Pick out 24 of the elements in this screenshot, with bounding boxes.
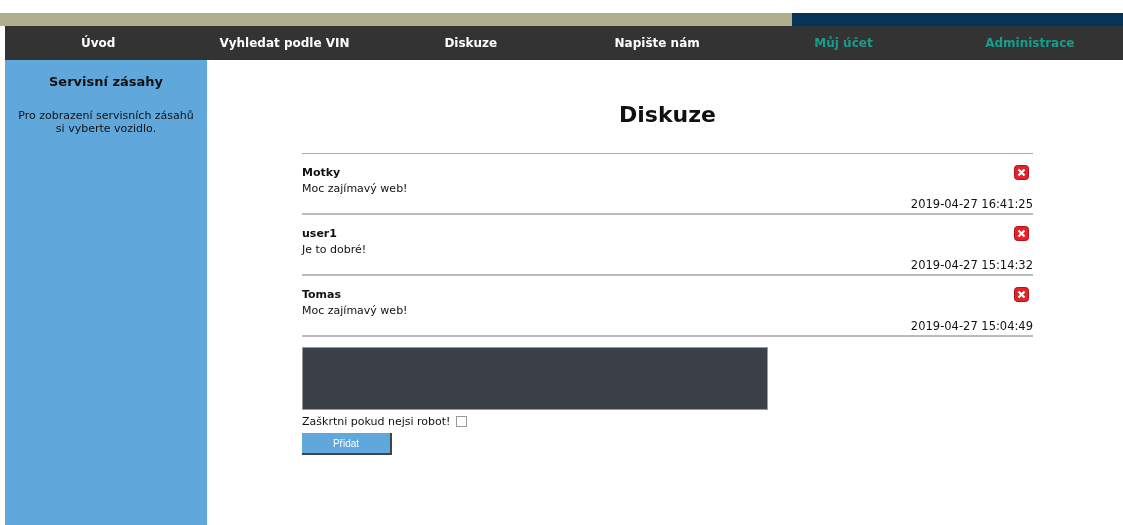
comment-time: 2019-04-27 16:41:25 — [910, 197, 1033, 211]
nav-link[interactable]: Úvod — [5, 36, 192, 50]
captcha-checkbox[interactable] — [456, 416, 468, 427]
sidebar-title: Servisní zásahy — [47, 74, 165, 89]
comment-author: Motky — [302, 165, 341, 179]
delete-icon[interactable] — [1014, 164, 1029, 180]
comment-time: 2019-04-27 15:14:32 — [910, 258, 1033, 272]
nav-link[interactable]: Vyhledat podle VIN — [191, 36, 378, 50]
nav-link[interactable]: Napište nám — [564, 36, 751, 50]
comment-text: Moc zajímavý web! — [302, 304, 409, 317]
nav-link[interactable]: Diskuze — [377, 36, 564, 50]
comment-text: Moc zajímavý web! — [302, 182, 409, 195]
comment-input[interactable] — [302, 347, 768, 410]
comment-author: user1 — [302, 226, 337, 240]
nav-link[interactable]: Můj účet — [750, 36, 937, 50]
comment-text: Je to dobré! — [302, 243, 368, 256]
sidebar-text: Pro zobrazení servisních zásahů si vyberte vozidlo. — [17, 109, 195, 135]
delete-icon[interactable] — [1014, 286, 1029, 302]
page-heading: Diskuze — [619, 102, 716, 127]
comment-time: 2019-04-27 15:04:49 — [910, 319, 1033, 333]
comment-author: Tomas — [302, 287, 342, 301]
nav-link[interactable]: Administrace — [936, 36, 1123, 50]
delete-icon[interactable] — [1014, 225, 1029, 241]
captcha-label: Zaškrtni pokud nejsi robot! — [302, 415, 451, 428]
